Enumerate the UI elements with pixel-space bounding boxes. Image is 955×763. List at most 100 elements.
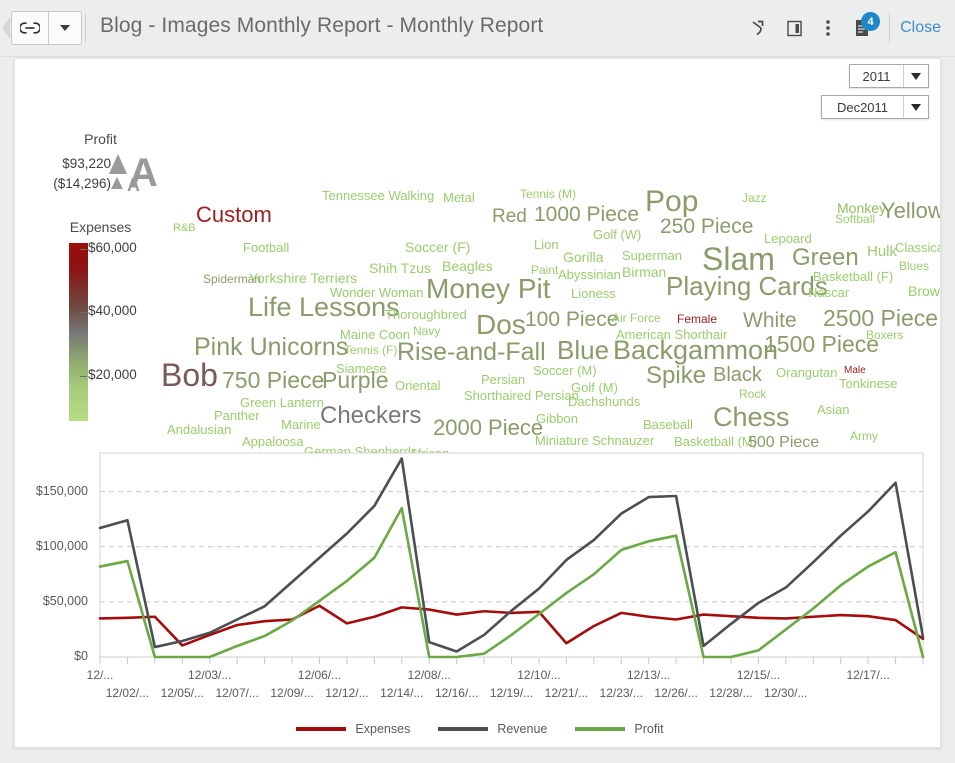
word-cloud-item[interactable]: Money Pit [426,275,551,303]
word-cloud-item[interactable]: Baseball [643,418,693,431]
word-cloud-item[interactable]: Black [713,365,762,385]
link-chain-icon[interactable] [12,12,49,44]
word-cloud-item[interactable]: Abyssinian [558,268,621,281]
word-cloud-item[interactable]: 100 Piece [525,309,618,330]
word-cloud-item[interactable]: Marine [281,418,321,431]
word-cloud-item[interactable]: Shorthaired Persian [464,389,579,402]
word-cloud-item[interactable]: Playing Cards [666,273,828,299]
y-axis-tick: $50,000 [25,594,88,608]
word-cloud-item[interactable]: Persian [481,373,525,386]
word-cloud-item[interactable]: Panther [214,409,260,422]
word-cloud-item[interactable]: Blue [557,337,609,363]
word-cloud-item[interactable]: Air Force [612,312,661,324]
word-cloud-item[interactable]: Tennis (F) [344,344,397,356]
letter-a-small-icon: A [127,176,140,194]
word-cloud-item[interactable]: 250 Piece [660,216,753,237]
word-cloud-item[interactable]: Orangutan [776,366,837,379]
word-cloud-item[interactable]: Custom [196,204,272,226]
word-cloud-item[interactable]: Classical [895,241,941,254]
word-cloud-item[interactable]: Shih Tzus [369,261,431,275]
panel-toggle-icon[interactable] [777,11,811,45]
word-cloud-item[interactable]: Spike [646,364,706,388]
word-cloud-item[interactable]: Soccer (F) [405,240,470,254]
report-viewer: Blog - Images Monthly Report - Monthly R… [0,0,955,763]
x-axis-tick: 12/13/... [613,668,685,682]
word-cloud-item[interactable]: Golf (M) [571,381,618,394]
word-cloud-item[interactable]: Football [243,241,289,254]
expense-tick-0: $60,000 [88,240,137,255]
word-cloud-item[interactable]: Asian [817,403,850,416]
word-cloud-item[interactable]: Dachshunds [568,395,640,408]
word-cloud-item[interactable]: Navy [413,325,440,337]
word-cloud-item[interactable]: Tennessee Walking [322,189,434,202]
cloud-legend: Profit $93,220 ($14,296) A A Expenses $6… [33,131,168,423]
word-cloud-item[interactable]: Green [792,246,859,270]
word-cloud-item[interactable]: Brown [908,284,941,298]
word-cloud-item[interactable]: Lion [534,238,559,251]
word-cloud-item[interactable]: Checkers [320,404,421,428]
word-cloud-item[interactable]: Rise-and-Fall [397,340,546,365]
word-cloud-item[interactable]: Oriental [395,379,441,392]
word-cloud-item[interactable]: Tonkinese [839,377,898,390]
word-cloud-item[interactable]: Soccer (M) [533,364,597,377]
word-cloud-item[interactable]: White [743,310,797,331]
word-cloud-item[interactable]: Hulk [867,244,897,259]
color-gradient-bar [69,243,88,421]
collapse-chevron-icon[interactable] [2,17,10,39]
report-panel: 2011 Dec2011 Tennessee WalkingMetalTenni… [14,58,941,748]
word-cloud-item[interactable]: Nascar [808,286,849,299]
word-cloud-item[interactable]: 750 Piece [222,369,324,392]
chart-legend-item[interactable]: Expenses [296,722,410,736]
chart-legend-item[interactable]: Revenue [438,722,547,736]
word-cloud-item[interactable]: Blues [899,260,929,272]
legend-label: Revenue [497,722,547,736]
word-cloud-item[interactable]: Red [492,207,527,226]
word-cloud-item[interactable]: 2500 Piece [823,307,938,330]
word-cloud-item[interactable]: 1000 Piece [534,204,639,225]
word-cloud-item[interactable]: Life Lessons [248,294,400,321]
word-cloud-item[interactable]: Yorkshire Terriers [249,271,357,285]
word-cloud-item[interactable]: Metal [443,191,475,204]
word-cloud-item[interactable]: Golf (W) [593,228,641,241]
x-axis-tick: 12/15/... [722,668,794,682]
word-cloud-item[interactable]: 1500 Piece [764,333,879,356]
word-cloud-item[interactable]: Gibbon [536,412,578,425]
word-cloud-item[interactable]: Softball [835,213,875,225]
legend-swatch [296,727,346,731]
word-cloud-item[interactable]: Bob [161,359,218,391]
word-cloud-item[interactable]: Chess [713,404,790,431]
word-cloud-item[interactable]: Beagles [442,259,493,273]
toolbar-divider [889,13,890,43]
document-icon[interactable]: 4 [845,11,879,45]
x-axis-tick: 12/30/... [750,686,822,700]
word-cloud-item[interactable]: Backgammon [613,337,778,364]
x-axis-tick: 12/08/... [393,668,465,682]
profit-max-value: $93,220 [33,154,111,174]
pin-arrow-icon[interactable] [743,11,777,45]
link-control-group [11,11,82,45]
size-arrow-icon [109,154,127,174]
word-cloud-item[interactable]: Male [844,366,866,376]
chart-legend-item[interactable]: Profit [575,722,663,736]
word-cloud-item[interactable]: Purple [322,369,388,392]
more-options-icon[interactable] [811,11,845,45]
word-cloud-item[interactable]: Pop [645,187,698,217]
x-axis-tick: 12/03/... [174,668,246,682]
size-indicator-group: A A [105,151,167,203]
word-cloud-item[interactable]: Jazz [742,192,767,204]
word-cloud-item[interactable]: Rock [739,388,766,400]
word-cloud-item[interactable]: Tennis (M) [520,188,576,200]
chevron-down-icon[interactable] [49,12,81,44]
word-cloud-item[interactable]: Gorilla [563,250,603,264]
word-cloud-item[interactable]: Yellow [881,200,941,222]
word-cloud-item[interactable]: Superman [622,249,682,262]
word-cloud-item[interactable]: Dos [476,311,526,339]
x-axis-tick: 12/... [64,668,136,682]
chart-legend: Expenses Revenue Profit [25,722,935,736]
close-button[interactable]: Close [900,19,945,37]
word-cloud-item[interactable]: R&B [173,223,196,234]
word-cloud-item[interactable]: Lioness [571,287,616,300]
word-cloud-item[interactable]: Birman [622,265,666,279]
word-cloud-item[interactable]: Thoroughbred [385,308,467,321]
word-cloud-item[interactable]: Female [677,313,717,325]
